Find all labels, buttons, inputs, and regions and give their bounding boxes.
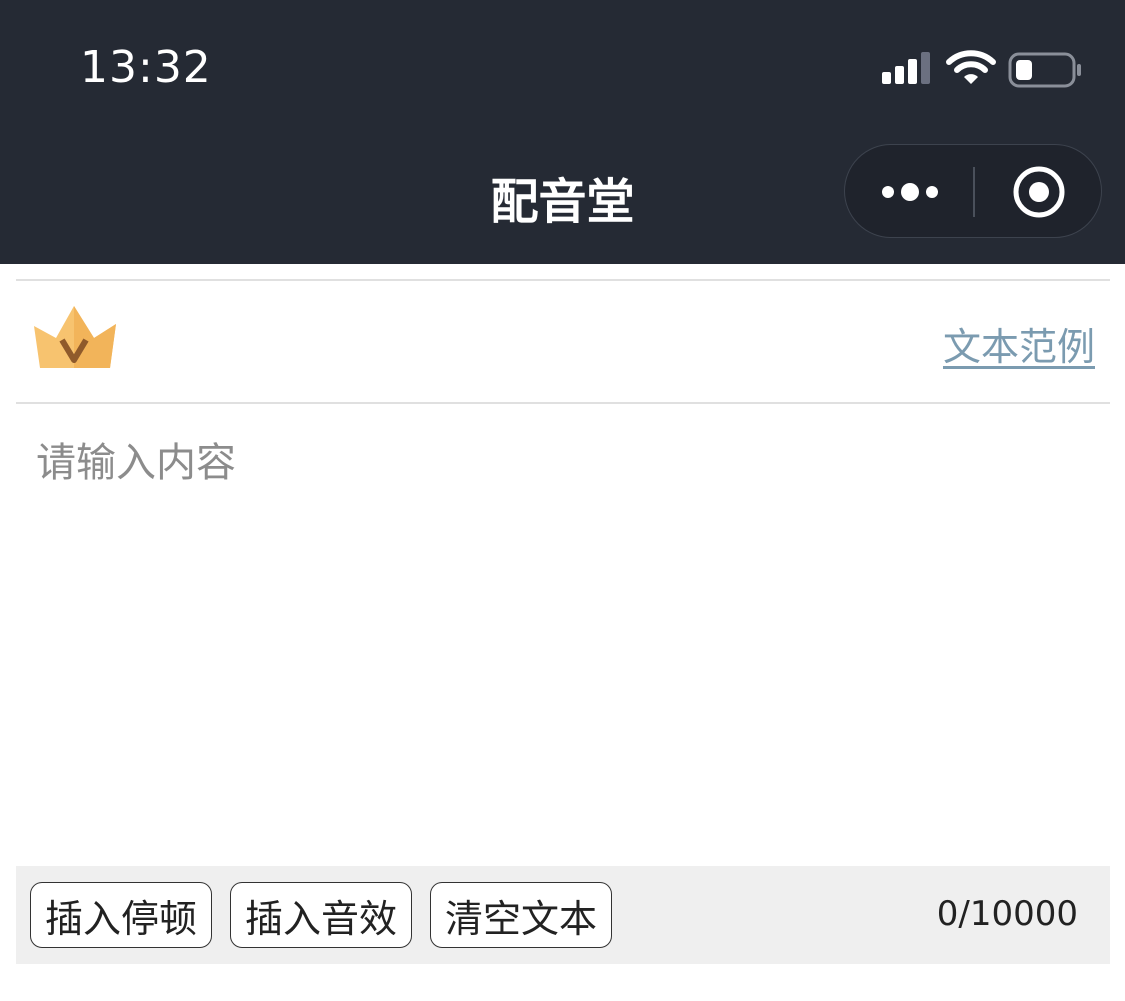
mini-program-capsule <box>844 144 1102 238</box>
vip-crown-icon[interactable] <box>30 302 120 372</box>
char-counter: 0/10000 <box>936 894 1078 934</box>
text-example-link[interactable]: 文本范例 <box>943 316 1095 371</box>
status-time: 13:32 <box>80 42 212 93</box>
wifi-icon <box>946 50 996 84</box>
insert-pause-button[interactable]: 插入停顿 <box>30 882 213 948</box>
close-target-icon <box>1013 166 1065 218</box>
battery-icon <box>1008 52 1081 88</box>
top-divider <box>16 279 1110 281</box>
more-dots-icon <box>881 183 938 201</box>
close-button[interactable] <box>975 145 1103 239</box>
bottom-toolbar: 插入停顿 插入音效 清空文本 0/10000 <box>16 866 1110 964</box>
top-bar: 13:32 配音堂 <box>0 0 1125 264</box>
cellular-signal-icon <box>882 52 930 84</box>
insert-sound-effect-button[interactable]: 插入音效 <box>230 882 413 948</box>
content-input[interactable] <box>36 430 1086 850</box>
clear-text-button[interactable]: 清空文本 <box>430 882 613 948</box>
status-icons <box>880 50 1090 90</box>
editor-top-divider <box>16 402 1110 404</box>
more-button[interactable] <box>845 145 974 239</box>
